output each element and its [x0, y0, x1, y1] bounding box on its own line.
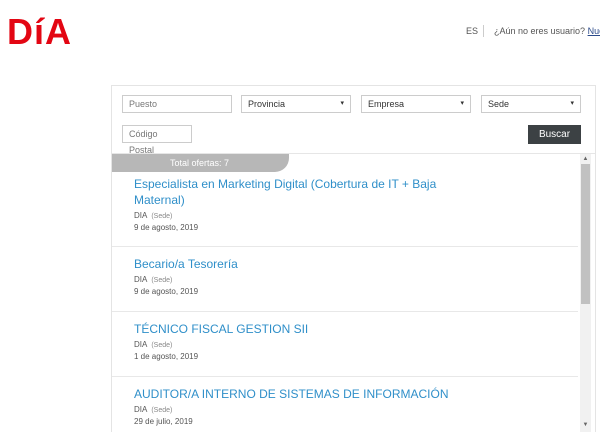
scrollbar-thumb[interactable]: [581, 164, 590, 304]
chevron-down-icon: ▾: [460, 100, 464, 107]
dia-logo[interactable]: DíA: [7, 14, 72, 50]
offer-company-name: DIA: [134, 211, 148, 220]
offer-company-name: DIA: [134, 340, 148, 349]
scroll-up-icon[interactable]: ▲: [580, 156, 591, 162]
offer-company-name: DIA: [134, 405, 148, 414]
empresa-label: Empresa: [368, 99, 405, 109]
provincia-select[interactable]: Provincia ▾: [241, 95, 351, 113]
codigo-postal-placeholder: Código Postal: [129, 129, 158, 155]
offer-title[interactable]: AUDITOR/A INTERNO DE SISTEMAS DE INFORMA…: [134, 386, 454, 402]
offer-location: (Sede): [151, 277, 173, 284]
scroll-down-icon[interactable]: ▼: [580, 422, 591, 428]
offer-location: (Sede): [151, 342, 173, 349]
offer-divider: [112, 311, 578, 312]
provincia-label: Provincia: [248, 99, 286, 109]
puesto-input[interactable]: Puesto: [122, 95, 232, 113]
offer-date: 9 de agosto, 2019: [134, 287, 199, 296]
offer-company-name: DIA: [134, 275, 148, 284]
results-scrollbar[interactable]: ▲ ▼: [580, 154, 591, 432]
offer-title[interactable]: TÉCNICO FISCAL GESTION SII: [134, 321, 444, 337]
total-offers-label: Total ofertas: 7: [170, 158, 230, 168]
account-prompt: ¿Aún no eres usuario? Nue: [494, 26, 600, 36]
language-selector[interactable]: ES: [466, 26, 478, 36]
total-offers-tab: Total ofertas: 7: [112, 154, 289, 172]
buscar-button[interactable]: Buscar: [528, 125, 581, 144]
job-search-panel: Puesto Provincia ▾ Empresa ▾ Sede ▾ Códi…: [111, 85, 596, 432]
header-divider: [483, 25, 484, 37]
offer-title[interactable]: Especialista en Marketing Digital (Cober…: [134, 176, 444, 208]
offer-date: 29 de julio, 2019: [134, 417, 193, 426]
register-link[interactable]: Nue: [588, 26, 600, 36]
offer-date: 1 de agosto, 2019: [134, 352, 199, 361]
offer-location: (Sede): [151, 213, 173, 220]
offer-divider: [112, 246, 578, 247]
account-prompt-text: ¿Aún no eres usuario?: [494, 26, 586, 36]
chevron-down-icon: ▾: [340, 100, 344, 107]
sede-select[interactable]: Sede ▾: [481, 95, 581, 113]
offer-company: DIA (Sede): [134, 211, 172, 220]
offer-location: (Sede): [151, 407, 173, 414]
offer-date: 9 de agosto, 2019: [134, 223, 199, 232]
puesto-placeholder: Puesto: [129, 99, 158, 109]
offer-company: DIA (Sede): [134, 275, 172, 284]
offer-company: DIA (Sede): [134, 340, 172, 349]
empresa-select[interactable]: Empresa ▾: [361, 95, 471, 113]
offer-divider: [112, 376, 578, 377]
sede-label: Sede: [488, 99, 510, 109]
offer-title[interactable]: Becario/a Tesorería: [134, 256, 444, 272]
offer-company: DIA (Sede): [134, 405, 172, 414]
codigo-postal-input[interactable]: Código Postal: [122, 125, 192, 155]
chevron-down-icon: ▾: [570, 100, 574, 107]
